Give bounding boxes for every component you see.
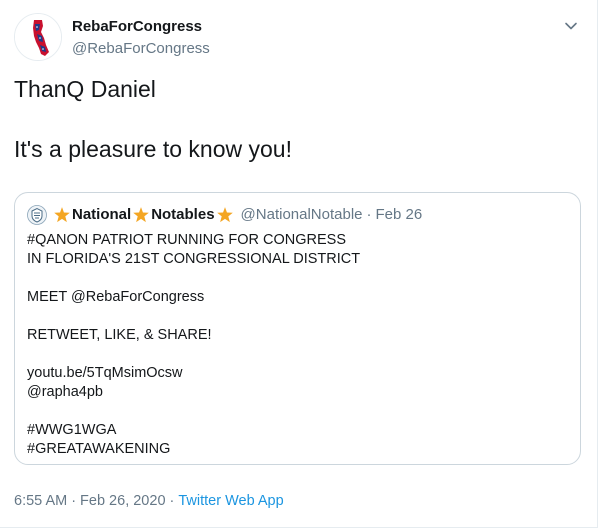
quoted-tweet[interactable]: National Notables @NationalNotable · Feb… — [14, 192, 581, 465]
quoted-hashtag: #GREATAWAKENING — [27, 441, 171, 457]
quoted-link: youtu.be/5TqMsimOcsw — [27, 365, 183, 381]
quoted-author-name-part1: National — [72, 206, 132, 223]
tweet-text-line: It's a pleasure to know you! — [14, 136, 292, 162]
quoted-author-name[interactable]: National Notables — [52, 205, 235, 225]
author-display-name[interactable]: RebaForCongress — [72, 17, 210, 37]
author-block: RebaForCongress @RebaForCongress — [72, 17, 210, 59]
tweet-text: ThanQ Daniel It's a pleasure to know you… — [14, 74, 574, 164]
tweet-date[interactable]: Feb 26, 2020 — [80, 493, 165, 509]
meta-separator: · — [71, 493, 77, 509]
tweet-meta: 6:55 AM · Feb 26, 2020 · Twitter Web App — [14, 491, 284, 511]
orange-star-icon — [133, 207, 149, 223]
qanon-crest-icon — [27, 205, 47, 225]
florida-flag-avatar-icon — [15, 14, 61, 60]
orange-star-icon — [216, 207, 233, 223]
tweet-card: RebaForCongress @RebaForCongress ThanQ D… — [0, 0, 598, 528]
quoted-mention: @rapha4pb — [27, 384, 103, 400]
quoted-hashtag: #WWG1WGA — [27, 422, 117, 438]
quoted-blank-line — [27, 345, 567, 364]
author-handle[interactable]: @RebaForCongress — [72, 39, 210, 59]
quoted-author-name-part2: Notables — [151, 206, 215, 223]
quoted-blank-line — [27, 307, 567, 326]
tweet-text-line: ThanQ Daniel — [14, 76, 156, 102]
author-avatar[interactable] — [14, 13, 62, 61]
quoted-line: IN FLORIDA'S 21ST CONGRESSIONAL DISTRICT — [27, 251, 361, 267]
quoted-line: #QANON PATRIOT RUNNING FOR CONGRESS — [27, 232, 347, 248]
tweet-menu-button[interactable] — [561, 16, 581, 36]
quoted-line: MEET @RebaForCongress — [27, 289, 205, 305]
chevron-down-icon — [565, 22, 577, 30]
quoted-tweet-body: #QANON PATRIOT RUNNING FOR CONGRESS IN F… — [27, 231, 567, 459]
quoted-line: RETWEET, LIKE, & SHARE! — [27, 327, 212, 343]
orange-star-icon — [54, 207, 70, 223]
quoted-date[interactable]: Feb 26 — [376, 205, 423, 225]
quoted-author-avatar[interactable] — [27, 205, 47, 225]
quoted-blank-line — [27, 269, 567, 288]
quoted-separator: · — [366, 206, 372, 223]
quoted-author-handle[interactable]: @NationalNotable — [241, 205, 363, 225]
tweet-time[interactable]: 6:55 AM — [14, 493, 67, 509]
quoted-tweet-header: National Notables @NationalNotable · Feb… — [27, 205, 422, 225]
tweet-source-app[interactable]: Twitter Web App — [178, 493, 283, 509]
meta-separator: · — [169, 493, 175, 509]
quoted-blank-line — [27, 402, 567, 421]
